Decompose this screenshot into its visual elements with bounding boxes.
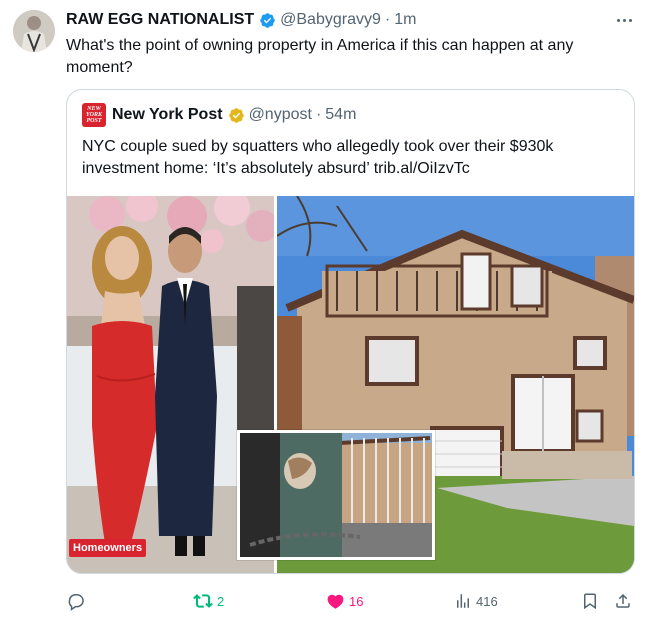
like-count: 16 bbox=[349, 593, 364, 609]
verified-icon[interactable] bbox=[259, 12, 276, 29]
share-icon bbox=[614, 592, 632, 610]
repost-button[interactable]: 2 bbox=[193, 588, 224, 614]
share-button[interactable] bbox=[614, 588, 632, 614]
repost-icon bbox=[193, 591, 213, 611]
repost-count: 2 bbox=[217, 593, 225, 609]
more-icon[interactable] bbox=[613, 10, 635, 30]
inset-photo[interactable] bbox=[237, 430, 435, 560]
quote-text: NYC couple sued by squatters who alleged… bbox=[82, 138, 554, 177]
tweet-header: RAW EGG NATIONALIST @Babygravy9 · 1m bbox=[66, 9, 416, 31]
reply-icon bbox=[66, 592, 85, 611]
views-count: 416 bbox=[476, 593, 498, 609]
timestamp[interactable]: 1m bbox=[394, 11, 416, 29]
tweet-text: What's the point of owning property in A… bbox=[66, 37, 574, 76]
reply-button[interactable] bbox=[66, 588, 89, 614]
quote-media[interactable]: Homeowners bbox=[67, 196, 634, 573]
action-bar: 2 16 416 bbox=[0, 588, 647, 614]
author-name[interactable]: RAW EGG NATIONALIST bbox=[66, 11, 254, 29]
quote-author-name[interactable]: New York Post bbox=[112, 106, 223, 124]
bookmark-icon bbox=[581, 592, 599, 610]
bookmark-button[interactable] bbox=[581, 588, 599, 614]
views-button[interactable]: 416 bbox=[454, 588, 498, 614]
nypost-logo: NEW YORK POST bbox=[82, 103, 106, 127]
separator: · bbox=[384, 11, 391, 28]
like-icon bbox=[326, 592, 345, 611]
quoted-tweet[interactable]: NEW YORK POST New York Post @nypost · 54… bbox=[66, 89, 635, 574]
author-handle[interactable]: @Babygravy9 bbox=[280, 11, 381, 29]
verified-icon[interactable] bbox=[228, 107, 245, 124]
quote-timestamp[interactable]: 54m bbox=[325, 106, 356, 124]
views-icon bbox=[454, 592, 472, 610]
quote-header: NEW YORK POST New York Post @nypost · 54… bbox=[82, 103, 356, 127]
homeowners-tag: Homeowners bbox=[69, 539, 147, 557]
author-avatar[interactable] bbox=[13, 10, 55, 52]
separator: · bbox=[315, 106, 322, 123]
like-button[interactable]: 16 bbox=[326, 588, 363, 614]
quote-author-handle[interactable]: @nypost bbox=[249, 106, 312, 124]
